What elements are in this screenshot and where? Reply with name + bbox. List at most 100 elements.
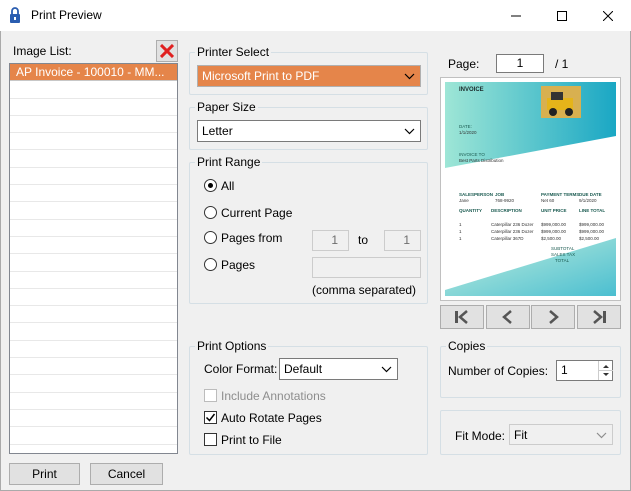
printer-select-label: Printer Select — [195, 45, 272, 59]
empty-row — [10, 150, 177, 168]
cell: Caterpillar 236 Dozer — [491, 222, 534, 227]
checkmark-icon — [205, 413, 216, 422]
prev-page-button[interactable] — [486, 305, 530, 329]
radio-pages-from-label: Pages from — [221, 231, 283, 245]
paper-size-value: Letter — [202, 124, 233, 138]
window-title: Print Preview — [31, 8, 102, 22]
empty-row — [10, 323, 177, 341]
page-label: Page: — [448, 57, 480, 71]
spinner-arrows-icon — [599, 365, 613, 376]
print-button[interactable]: Print — [9, 463, 80, 485]
cell: $999,000.00 — [579, 229, 605, 234]
next-page-button[interactable] — [531, 305, 575, 329]
printer-dropdown[interactable]: Microsoft Print to PDF — [197, 65, 421, 87]
chevron-down-icon — [596, 432, 607, 439]
page-to-input[interactable]: 1 — [384, 230, 421, 251]
invoice-background — [445, 82, 616, 296]
lock-icon — [10, 7, 20, 23]
total-label: TOTAL — [555, 258, 570, 263]
pages-hint: (comma separated) — [312, 283, 417, 297]
radio-current-page[interactable] — [204, 206, 217, 219]
paper-size-label: Paper Size — [195, 100, 258, 114]
page-preview: INVOICE DATE: 1/1/2020 INVOICE TO Best P… — [440, 77, 621, 301]
col-description: DESCRIPTION — [491, 208, 522, 213]
fit-mode-value: Fit — [514, 427, 528, 442]
radio-pages-from[interactable] — [204, 231, 217, 244]
empty-row — [10, 133, 177, 151]
first-page-button[interactable] — [440, 305, 484, 329]
empty-row — [10, 375, 177, 393]
fit-mode-dropdown[interactable]: Fit — [509, 424, 613, 445]
chevron-right-icon — [549, 310, 559, 324]
image-list[interactable]: AP Invoice - 100010 - MM... — [9, 63, 178, 454]
col-payment-terms: PAYMENT TERMS — [541, 192, 580, 197]
number-of-copies-label: Number of Copies: — [448, 364, 549, 378]
invoice-company: Best Parts Distribution — [459, 158, 504, 163]
page-from-input[interactable]: 1 — [312, 230, 349, 251]
cell: 768-9920 — [495, 198, 515, 203]
empty-row — [10, 393, 177, 410]
empty-row — [10, 427, 177, 445]
color-format-label: Color Format: — [204, 362, 278, 376]
invoice-to-label: INVOICE TO — [459, 152, 485, 157]
cell: $2,500.00 — [541, 236, 562, 241]
page-total: / 1 — [555, 57, 569, 71]
pages-list-input[interactable] — [312, 257, 421, 278]
paper-size-dropdown[interactable]: Letter — [197, 120, 421, 142]
col-quantity: QUANTITY — [459, 208, 482, 213]
col-due-date: DUE DATE — [579, 192, 602, 197]
minimize-icon — [511, 15, 521, 16]
empty-row — [10, 358, 177, 376]
copies-input[interactable]: 1 — [556, 360, 613, 381]
radio-pages-label: Pages — [221, 258, 256, 272]
close-window-button[interactable] — [585, 0, 631, 31]
radio-current-page-label: Current Page — [221, 206, 293, 220]
copies-value: 1 — [561, 363, 568, 377]
empty-row — [10, 341, 177, 359]
radio-pages[interactable] — [204, 258, 217, 271]
empty-row — [10, 289, 177, 307]
cell: Caterpillar 236 Dozer — [491, 229, 534, 234]
delete-x-icon — [160, 44, 174, 58]
copies-label: Copies — [446, 339, 488, 353]
image-list-label: Image List: — [13, 44, 72, 58]
empty-row — [10, 202, 177, 220]
to-label: to — [358, 233, 369, 247]
invoice-date-label: DATE: — [459, 124, 472, 129]
last-page-icon — [593, 310, 606, 324]
empty-row — [10, 99, 177, 116]
page-number-input[interactable]: 1 — [496, 54, 544, 73]
radio-all[interactable] — [204, 179, 217, 192]
subtotal-label: SUBTOTAL — [551, 246, 575, 251]
cell: 1 — [459, 222, 462, 227]
image-list-item[interactable]: AP Invoice - 100010 - MM... — [10, 64, 177, 82]
cell: Net 60 — [541, 198, 555, 203]
invoice-date: 1/1/2020 — [459, 130, 477, 135]
fit-mode-label: Fit Mode: — [455, 429, 506, 443]
auto-rotate-checkbox[interactable] — [204, 411, 217, 424]
cell: 1 — [459, 229, 462, 234]
include-annotations-checkbox[interactable] — [204, 389, 217, 402]
copies-spinner[interactable] — [598, 361, 613, 380]
print-to-file-checkbox[interactable] — [204, 433, 217, 446]
empty-row — [10, 237, 177, 255]
auto-rotate-label: Auto Rotate Pages — [221, 411, 322, 425]
minimize-button[interactable] — [493, 0, 539, 31]
printer-value: Microsoft Print to PDF — [202, 69, 320, 83]
maximize-icon — [557, 10, 567, 21]
empty-row — [10, 220, 177, 237]
remove-image-button[interactable] — [156, 40, 178, 62]
col-job: JOB — [495, 192, 505, 197]
color-format-dropdown[interactable]: Default — [279, 358, 398, 380]
last-page-button[interactable] — [577, 305, 621, 329]
empty-row — [10, 272, 177, 289]
empty-row — [10, 306, 177, 324]
invoice-title: INVOICE — [459, 87, 484, 93]
cell: $999,000.00 — [579, 222, 605, 227]
empty-row — [10, 81, 177, 99]
cancel-button[interactable]: Cancel — [90, 463, 163, 485]
maximize-button[interactable] — [539, 0, 585, 31]
print-to-file-label: Print to File — [221, 433, 282, 447]
empty-row — [10, 254, 177, 272]
print-options-label: Print Options — [195, 339, 269, 353]
